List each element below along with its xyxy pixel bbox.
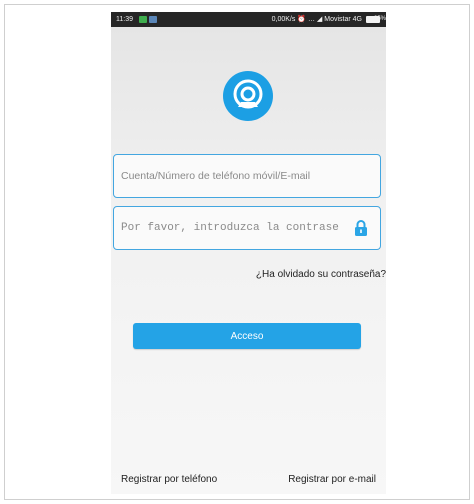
- notification-icon: [149, 16, 157, 23]
- battery-level: 95%: [373, 16, 386, 22]
- account-field[interactable]: [113, 154, 381, 198]
- network-status: 0,00K/s ⏰ … ◢ Movistar 4G: [271, 16, 362, 23]
- login-button[interactable]: Acceso: [133, 323, 361, 349]
- phone-screen: 11:39 0,00K/s ⏰ … ◢ Movistar 4G 95% ¿Ha …: [111, 12, 386, 494]
- register-email-link[interactable]: Registrar por e-mail: [288, 474, 376, 485]
- lock-icon[interactable]: [354, 219, 368, 237]
- forgot-password-link[interactable]: ¿Ha olvidado su contraseña?: [256, 269, 386, 280]
- status-bar: 11:39 0,00K/s ⏰ … ◢ Movistar 4G 95%: [111, 12, 386, 27]
- notification-icon: [139, 16, 147, 23]
- register-phone-link[interactable]: Registrar por teléfono: [121, 474, 217, 485]
- camera-icon: [223, 71, 273, 121]
- account-input[interactable]: [121, 155, 346, 197]
- password-field[interactable]: [113, 206, 381, 250]
- password-input[interactable]: [121, 207, 346, 249]
- status-time: 11:39: [116, 16, 133, 23]
